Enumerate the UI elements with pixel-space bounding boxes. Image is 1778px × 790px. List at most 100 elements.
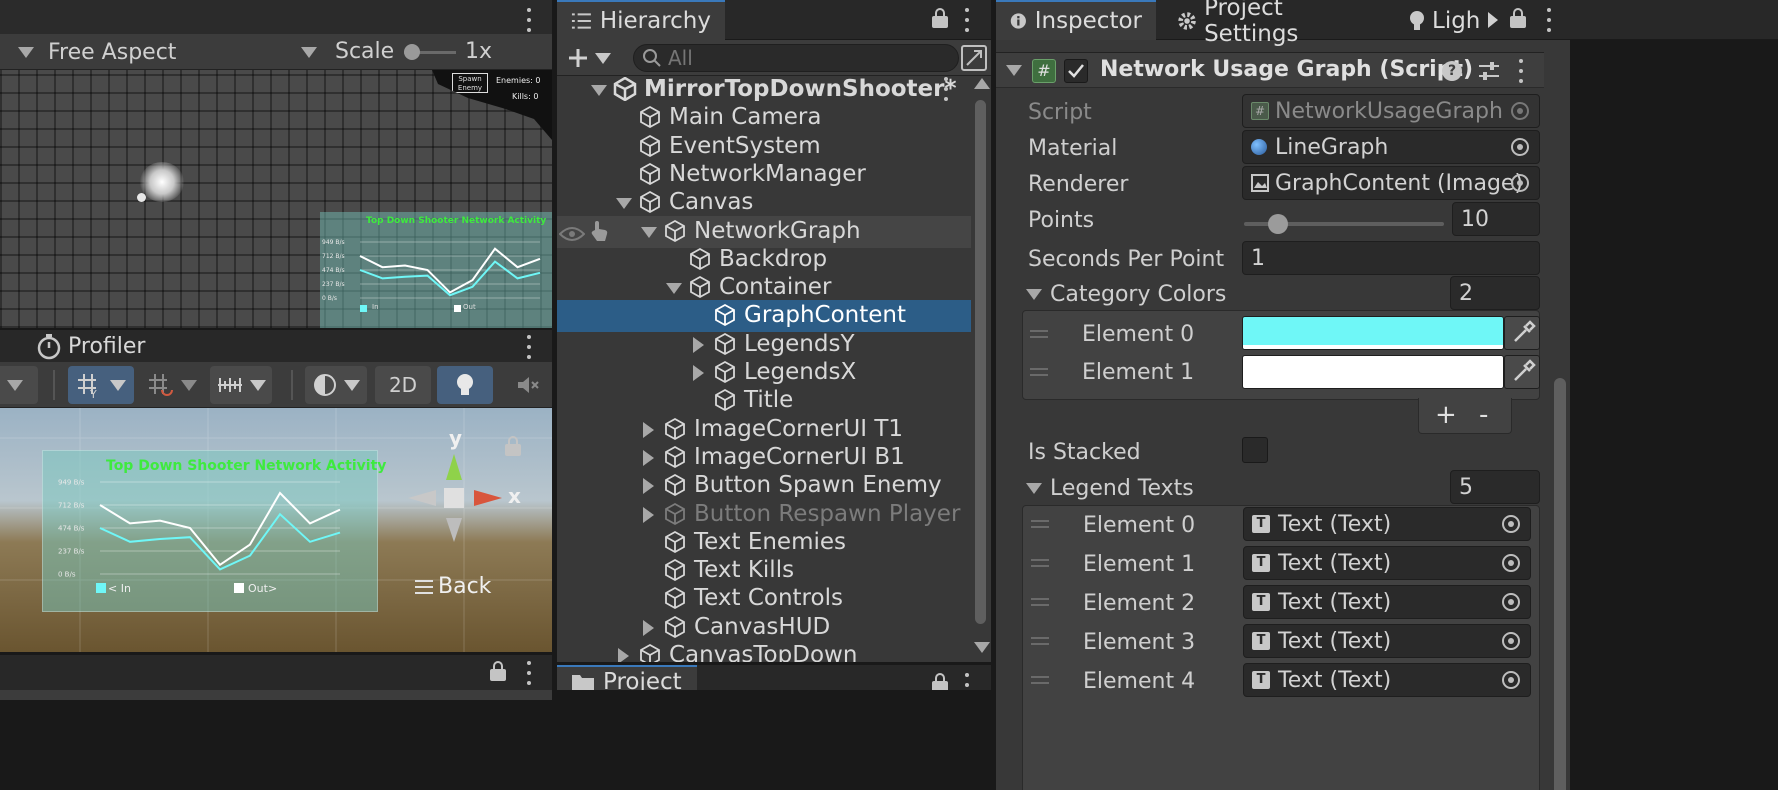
scale-slider[interactable] — [404, 44, 456, 60]
visibility-eye-icon[interactable] — [558, 222, 586, 241]
drag-handle-icon[interactable] — [1031, 637, 1049, 645]
hierarchy-row[interactable]: ImageCornerUI T1 — [557, 414, 971, 446]
hierarchy-row[interactable]: Button Respawn Player — [557, 499, 971, 531]
points-slider-thumb[interactable] — [1268, 214, 1288, 234]
points-input[interactable]: 10 — [1452, 202, 1540, 236]
eyedropper-button[interactable] — [1504, 316, 1540, 350]
hierarchy-row[interactable]: ImageCornerUI B1 — [557, 442, 971, 474]
category-label[interactable]: Category Colors — [1050, 282, 1226, 307]
snap-toggle[interactable] — [142, 366, 202, 404]
project-tab[interactable]: Project — [557, 665, 697, 690]
legend-element-field[interactable]: T Text (Text) — [1243, 507, 1531, 541]
scale-slider-thumb[interactable] — [404, 44, 420, 60]
expand-arrow-right-icon[interactable] — [693, 365, 704, 381]
inspector-lock-icon[interactable] — [1510, 8, 1526, 28]
legend-element-field[interactable]: T Text (Text) — [1243, 663, 1531, 697]
scene-render[interactable]: Top Down Shooter Network Activity 949 B/… — [0, 408, 552, 652]
scroll-thumb[interactable] — [975, 100, 986, 624]
lighting-toggle[interactable] — [437, 366, 493, 404]
hierarchy-tab[interactable]: Hierarchy — [557, 0, 725, 40]
category-element-0-color[interactable] — [1242, 316, 1504, 350]
hierarchy-row[interactable]: Text Controls — [557, 583, 971, 615]
shading-mode-dropdown[interactable] — [305, 366, 367, 404]
legend-element-field[interactable]: T Text (Text) — [1243, 585, 1531, 619]
expand-arrow-right-icon[interactable] — [643, 619, 654, 636]
gizmo-lock-icon[interactable] — [505, 436, 521, 456]
inspector-tab[interactable]: Inspector — [996, 0, 1156, 40]
drag-handle-icon[interactable] — [1031, 598, 1049, 606]
add-element-button[interactable]: + — [1435, 400, 1457, 430]
hierarchy-row[interactable]: CanvasTopDown — [557, 640, 971, 662]
legend-element-field[interactable]: T Text (Text) — [1243, 624, 1531, 658]
renderer-picker-icon[interactable] — [1511, 174, 1529, 192]
hierarchy-row[interactable]: GraphContent — [557, 300, 971, 333]
category-count-input[interactable]: 2 — [1450, 276, 1540, 310]
material-field[interactable]: LineGraph — [1242, 130, 1540, 164]
expand-arrow-right-icon[interactable] — [643, 449, 654, 466]
component-enabled-checkbox[interactable] — [1064, 59, 1088, 83]
inspector-scrollbar[interactable] — [1552, 52, 1568, 790]
hierarchy-row[interactable]: MirrorTopDownShooter* — [557, 74, 971, 106]
grid-toggle[interactable]: Y — [68, 366, 134, 404]
scene-kebab-icon[interactable] — [943, 77, 949, 101]
preset-sliders-icon[interactable] — [1478, 61, 1500, 81]
hierarchy-row[interactable]: Title — [557, 385, 971, 417]
hierarchy-row[interactable]: EventSystem — [557, 131, 971, 163]
expand-arrow-right-icon[interactable] — [618, 648, 629, 662]
more-tabs-icon[interactable] — [1488, 12, 1498, 28]
orientation-gizmo[interactable]: y x — [404, 426, 544, 558]
points-slider[interactable] — [1244, 214, 1444, 234]
drag-handle-icon[interactable] — [1031, 559, 1049, 567]
drag-handle-icon[interactable] — [1031, 676, 1049, 684]
drag-handle-icon[interactable] — [1030, 330, 1048, 338]
object-picker-icon[interactable] — [1502, 554, 1520, 572]
profiler-tab[interactable]: Profiler — [36, 330, 145, 362]
category-foldout-icon[interactable] — [1026, 289, 1042, 300]
hierarchy-scrollbar[interactable] — [971, 76, 991, 662]
expand-arrow-down-icon[interactable] — [591, 85, 607, 96]
expand-arrow-down-icon[interactable] — [616, 198, 632, 210]
audio-toggle[interactable] — [500, 366, 552, 404]
hierarchy-row[interactable]: NetworkManager — [557, 159, 971, 191]
hierarchy-row[interactable]: NetworkGraph — [557, 215, 971, 248]
inspector-scroll-thumb[interactable] — [1554, 378, 1566, 790]
category-element-1-color[interactable] — [1242, 355, 1504, 389]
scroll-up-icon[interactable] — [974, 78, 990, 89]
stacked-checkbox[interactable] — [1242, 437, 1268, 463]
hierarchy-search[interactable] — [633, 44, 959, 72]
hierarchy-row[interactable]: Backdrop — [557, 244, 971, 276]
object-picker-icon[interactable] — [1502, 632, 1520, 650]
scroll-down-icon[interactable] — [974, 642, 990, 653]
increment-snap-toggle[interactable] — [210, 366, 272, 404]
object-picker-icon[interactable] — [1502, 593, 1520, 611]
expand-arrow-right-icon[interactable] — [643, 478, 654, 495]
expand-arrow-down-icon[interactable] — [666, 283, 682, 295]
hierarchy-row[interactable]: CanvasHUD — [557, 612, 971, 644]
material-picker-icon[interactable] — [1511, 138, 1529, 156]
legend-count-input[interactable]: 5 — [1450, 470, 1540, 504]
hierarchy-row[interactable]: Main Camera — [557, 102, 971, 134]
hierarchy-row[interactable]: LegendsY — [557, 329, 971, 361]
seconds-input[interactable]: 1 — [1242, 241, 1540, 275]
drag-handle-icon[interactable] — [1030, 368, 1048, 376]
expand-arrow-down-icon[interactable] — [641, 226, 657, 238]
aspect-dropdown[interactable]: Free Aspect — [42, 36, 322, 68]
hierarchy-row[interactable]: Canvas — [557, 187, 971, 219]
project-settings-tab[interactable]: Project Settings — [1162, 0, 1384, 47]
expand-arrow-right-icon[interactable] — [643, 506, 654, 523]
pickable-hand-icon[interactable] — [589, 220, 609, 242]
hierarchy-row[interactable]: Container — [557, 272, 971, 304]
hierarchy-row[interactable]: Text Enemies — [557, 527, 971, 559]
component-header[interactable]: # Network Usage Graph (Script) ? — [996, 52, 1544, 88]
hierarchy-row[interactable]: Text Kills — [557, 555, 971, 587]
legend-foldout-icon[interactable] — [1026, 483, 1042, 494]
expand-arrow-right-icon[interactable] — [693, 336, 704, 353]
bottom-lock-icon[interactable] — [490, 661, 506, 681]
component-foldout-icon[interactable] — [1006, 65, 1022, 76]
draw-mode-dropdown[interactable] — [0, 366, 38, 404]
hierarchy-row[interactable]: LegendsX — [557, 357, 971, 389]
hierarchy-search-input[interactable] — [668, 46, 918, 70]
hierarchy-row[interactable]: Button Spawn Enemy — [557, 470, 971, 502]
renderer-field[interactable]: GraphContent (Image) — [1242, 166, 1540, 200]
help-icon[interactable]: ? — [1442, 61, 1462, 81]
